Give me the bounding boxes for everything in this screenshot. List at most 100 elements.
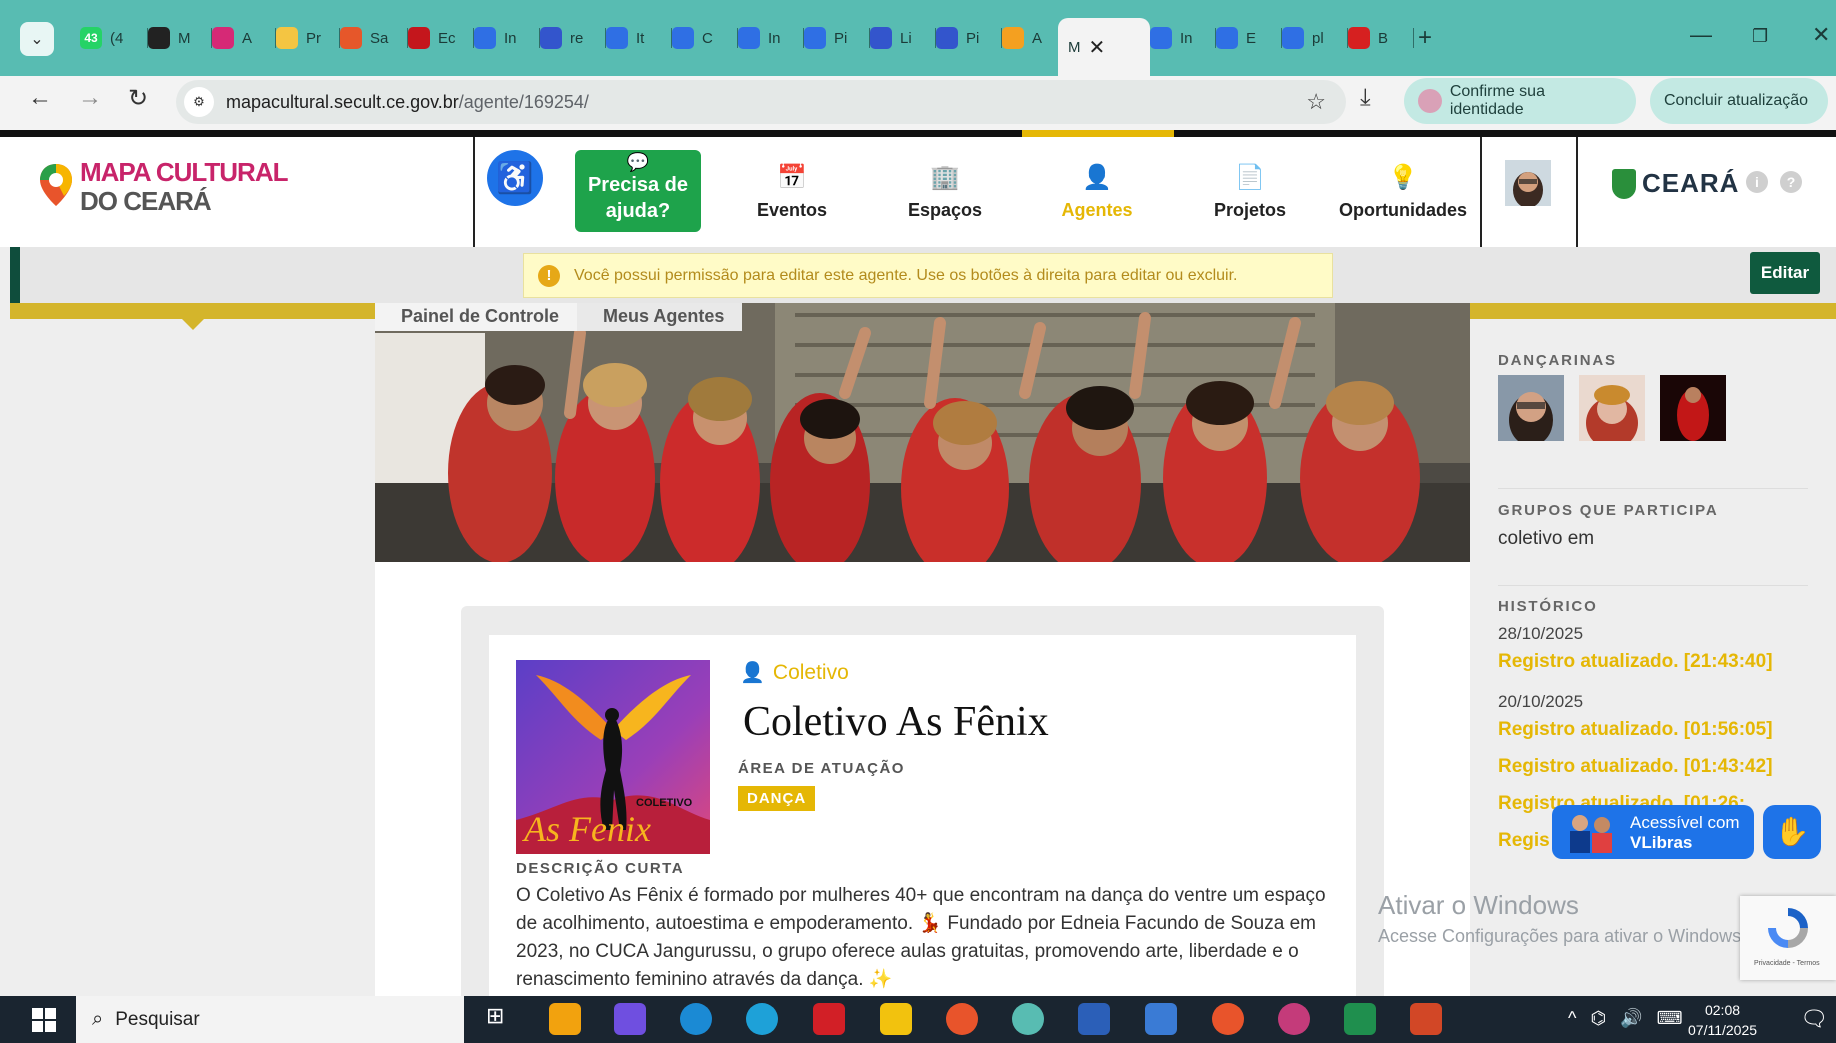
question-icon[interactable]: ? <box>1780 171 1802 193</box>
copilot-icon[interactable] <box>614 1003 646 1035</box>
edit-button[interactable]: Editar <box>1750 252 1820 294</box>
vlibras-widget[interactable]: Acessível com VLibras <box>1552 805 1754 859</box>
browser-tab[interactable]: Sa <box>330 18 408 58</box>
url-text: mapacultural.secult.ce.gov.br/agente/169… <box>226 92 589 113</box>
forward-button[interactable]: → <box>78 84 102 112</box>
finish-update-button[interactable]: Concluir atualização <box>1650 78 1828 124</box>
close-tab-icon[interactable]: ✕ <box>1089 35 1106 60</box>
browser-tab-label: M <box>178 29 191 47</box>
menu-item-projetos[interactable]: 📄 Projetos <box>1175 145 1325 241</box>
menu-item-espaços[interactable]: 🏢 Espaços <box>870 145 1020 241</box>
browser-tab[interactable]: Pi <box>926 18 1002 58</box>
chrome-icon[interactable] <box>946 1003 978 1035</box>
groups-value[interactable]: coletivo em <box>1498 528 1594 550</box>
chrome-profile-icon[interactable] <box>1012 1003 1044 1035</box>
area-badge[interactable]: DANÇA <box>738 786 816 811</box>
notification-icon[interactable]: 🗨 <box>1800 1006 1828 1032</box>
reload-button[interactable]: ↻ <box>128 84 148 113</box>
chrome-profile-icon[interactable] <box>1212 1003 1244 1035</box>
user-avatar[interactable] <box>1505 160 1551 208</box>
browser-tab[interactable]: E <box>1206 18 1282 58</box>
confirm-identity-button[interactable]: Confirme sua identidade <box>1404 78 1636 124</box>
browser-tab[interactable]: Pr <box>266 18 340 58</box>
browser-tab[interactable]: pl <box>1272 18 1348 58</box>
member-avatar[interactable] <box>1660 375 1726 441</box>
browser-tab[interactable]: A <box>202 18 276 58</box>
download-icon[interactable]: ⤓ <box>1360 84 1371 112</box>
circle-c-icon <box>606 27 628 49</box>
member-avatar[interactable] <box>1498 375 1564 441</box>
tab-search-button[interactable]: ⌄ <box>20 22 54 56</box>
windows-start-icon[interactable] <box>32 1008 56 1032</box>
chevron-up-icon[interactable]: ^ <box>1568 1008 1576 1029</box>
logo-text-line2[interactable]: DO CEARÁ <box>80 186 212 217</box>
member-avatar[interactable] <box>1579 375 1645 441</box>
menu-item-agentes[interactable]: 👤 Agentes <box>1022 145 1172 241</box>
history-entry[interactable]: Registro atualizado. [01:56:05] <box>1498 719 1773 741</box>
breadcrumb-control-panel[interactable]: Painel de Controle <box>375 303 578 331</box>
active-menu-indicator <box>1022 130 1174 137</box>
browser-tab[interactable]: In <box>464 18 540 58</box>
keyboard-icon[interactable]: ⌨ <box>1657 1008 1683 1029</box>
word-icon[interactable] <box>1078 1003 1110 1035</box>
new-tab-button[interactable]: + <box>1408 18 1432 58</box>
file-explorer-icon[interactable] <box>880 1003 912 1035</box>
breadcrumb-my-agents[interactable]: Meus Agentes <box>577 303 743 331</box>
vlibras-avatars-icon <box>1562 811 1622 853</box>
menu-item-eventos[interactable]: 📅 Eventos <box>717 145 867 241</box>
browser-tab[interactable]: Pi <box>794 18 870 58</box>
close-window-button[interactable]: ✕ <box>1812 22 1830 48</box>
browser-tab[interactable]: M <box>138 18 212 58</box>
system-tray[interactable]: ^ ⌬ 🔊 ⌨ <box>1568 1008 1683 1029</box>
taskbar-search[interactable]: ⌕ Pesquisar <box>76 996 464 1043</box>
app-icon[interactable] <box>1145 1003 1177 1035</box>
minimize-window-button[interactable]: — <box>1690 22 1712 48</box>
edge-icon[interactable] <box>680 1003 712 1035</box>
bookmark-star-icon[interactable]: ☆ <box>1306 89 1326 115</box>
recaptcha-text[interactable]: Privacidade - Termos <box>1754 960 1820 967</box>
address-bar[interactable]: ⚙ mapacultural.secult.ce.gov.br/agente/1… <box>176 80 1346 124</box>
browser-tab[interactable]: In <box>1140 18 1216 58</box>
browser-tab[interactable]: re <box>530 18 606 58</box>
help-button[interactable]: 💬 Precisa de ajuda? <box>575 150 701 232</box>
powerpoint-icon[interactable] <box>1410 1003 1442 1035</box>
browser-tab[interactable]: Li <box>860 18 936 58</box>
p-icon <box>408 27 430 49</box>
browser-tab-label: E <box>1246 29 1257 47</box>
browser-tab[interactable]: 43 (4 <box>70 18 148 58</box>
restore-window-button[interactable]: ❐ <box>1752 26 1768 47</box>
browser-tab[interactable]: A <box>992 18 1068 58</box>
browser-tab[interactable]: It <box>596 18 672 58</box>
menu-item-oportunidades[interactable]: 💡 Oportunidades <box>1328 145 1478 241</box>
network-icon[interactable]: ⌬ <box>1590 1008 1606 1029</box>
volume-icon[interactable]: 🔊 <box>1620 1008 1642 1029</box>
menu-item-label: Projetos <box>1213 199 1287 220</box>
browser-tab[interactable]: C <box>662 18 738 58</box>
info-icon[interactable]: i <box>1746 171 1768 193</box>
accessibility-button[interactable]: ♿ <box>487 150 543 206</box>
recaptcha-badge[interactable]: Privacidade - Termos <box>1740 896 1836 980</box>
task-view-icon[interactable]: ⊞ <box>486 1003 518 1035</box>
sign-language-hand-icon[interactable]: ✋ <box>1763 805 1821 859</box>
site-settings-icon[interactable]: ⚙ <box>184 87 214 117</box>
excel-icon[interactable] <box>1344 1003 1376 1035</box>
history-entry[interactable]: Regis <box>1498 830 1550 852</box>
sidebar-divider <box>1498 488 1808 489</box>
logo-text-line1[interactable]: MAPA CULTURAL <box>80 157 288 188</box>
browser-tab-label: In <box>768 29 781 47</box>
store-icon[interactable] <box>549 1003 581 1035</box>
menu-item-label: Eventos <box>756 199 828 220</box>
browser-tab[interactable]: M ✕ <box>1058 18 1150 76</box>
taskbar-clock[interactable]: 02:08 07/11/2025 <box>1688 1000 1757 1040</box>
chrome-profile-icon[interactable] <box>1278 1003 1310 1035</box>
browser-tab-label: Pr <box>306 29 321 47</box>
history-entry[interactable]: Registro atualizado. [01:43:42] <box>1498 756 1773 778</box>
browser-tab[interactable]: In <box>728 18 804 58</box>
browser-tab[interactable]: Ec <box>398 18 474 58</box>
ceara-government-logo[interactable]: CEARÁ <box>1612 168 1739 199</box>
back-button[interactable]: ← <box>28 84 52 112</box>
acrobat-icon[interactable] <box>813 1003 845 1035</box>
skype-icon[interactable] <box>746 1003 778 1035</box>
history-entry[interactable]: Registro atualizado. [21:43:40] <box>1498 651 1773 673</box>
browser-tab[interactable]: B <box>1338 18 1414 58</box>
